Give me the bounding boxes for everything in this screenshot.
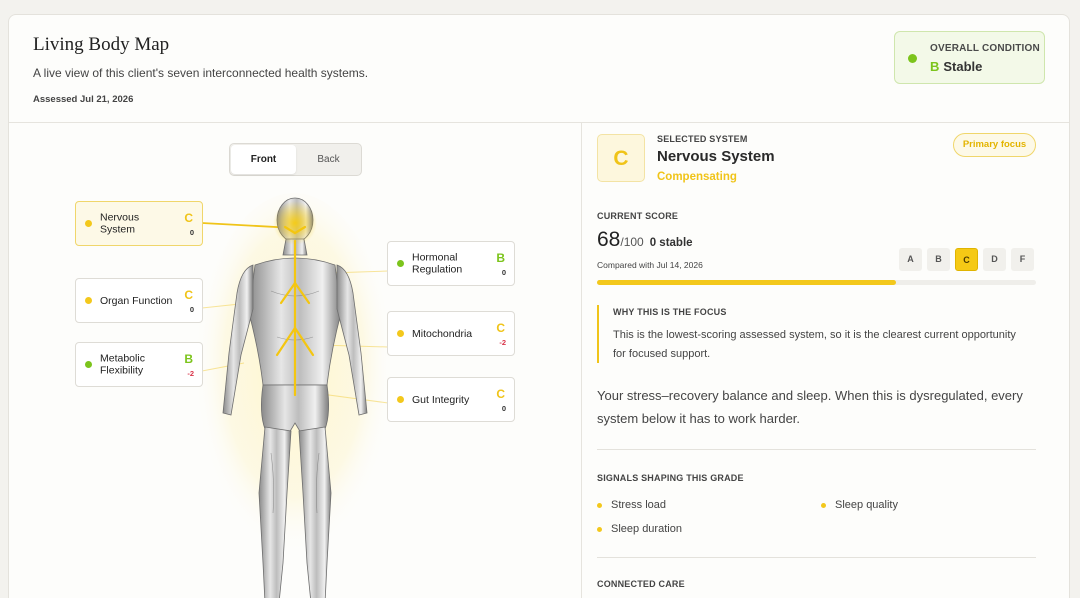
system-grade: B: [496, 251, 505, 265]
system-tag-gut-integrity[interactable]: Gut Integrity C 0: [387, 377, 515, 422]
bullet-icon: [597, 527, 602, 532]
status-dot-icon: [397, 260, 404, 267]
system-name: Gut Integrity: [412, 393, 470, 406]
overall-condition-value: B Stable: [930, 59, 982, 74]
system-delta: 0: [501, 404, 506, 413]
score-value: 68: [597, 228, 621, 251]
system-tag-organ-function[interactable]: Organ Function C 0: [75, 278, 203, 323]
assessed-date: Assessed Jul 21, 2026: [33, 94, 134, 105]
status-dot-icon: [85, 361, 92, 368]
system-delta: 0: [501, 268, 506, 277]
head-glow: [273, 201, 317, 245]
current-score: 68/100 0 stable: [597, 228, 693, 252]
pane-divider: [581, 123, 582, 598]
bullet-icon: [597, 503, 602, 508]
score-progress-bar: [597, 280, 1036, 285]
primary-focus-badge: Primary focus: [953, 133, 1036, 157]
system-delta: 0: [189, 305, 194, 314]
focus-reason-heading: WHY THIS IS THE FOCUS: [613, 307, 727, 317]
status-dot-icon: [397, 396, 404, 403]
status-dot-icon: [908, 54, 917, 63]
system-grade: C: [184, 288, 193, 302]
system-tag-hormonal-regulation[interactable]: Hormonal Regulation B 0: [387, 241, 515, 286]
selected-system-status: Compensating: [657, 171, 737, 183]
overall-grade: B: [930, 59, 940, 74]
system-grade: C: [496, 387, 505, 401]
system-description: Your stress–recovery balance and sleep. …: [597, 388, 1023, 426]
current-score-label: CURRENT SCORE: [597, 211, 679, 221]
focus-reason-text: This is the lowest-scoring assessed syst…: [613, 329, 1016, 360]
system-name: Mitochondria: [412, 327, 473, 340]
system-delta: 0: [189, 228, 194, 237]
system-grade: C: [184, 211, 193, 225]
score-progress-fill: [597, 280, 896, 285]
focus-reason-callout: WHY THIS IS THE FOCUS This is the lowest…: [597, 305, 1036, 363]
system-delta: -2: [187, 369, 194, 378]
divider: [597, 557, 1036, 558]
score-max: /100: [620, 235, 644, 249]
connected-care-heading: CONNECTED CARE: [597, 579, 685, 589]
status-dot-icon: [85, 220, 92, 227]
status-dot-icon: [85, 297, 92, 304]
page-title: Living Body Map: [33, 34, 170, 55]
system-name: Metabolic Flexibility: [100, 352, 145, 377]
system-tag-nervous-system[interactable]: Nervous System C 0: [75, 201, 203, 246]
system-name: Organ Function: [100, 294, 173, 307]
overall-condition-label: OVERALL CONDITION: [930, 43, 1040, 54]
signals-heading: SIGNALS SHAPING THIS GRADE: [597, 473, 744, 483]
selected-system-name: Nervous System: [657, 148, 775, 165]
selected-system-grade-icon: C: [597, 134, 645, 182]
signal-label: Stress load: [611, 499, 667, 511]
system-delta: -2: [499, 338, 506, 347]
system-tag-mitochondria[interactable]: Mitochondria C -2: [387, 311, 515, 356]
bullet-icon: [821, 503, 826, 508]
compared-date: Compared with Jul 14, 2026: [597, 260, 703, 270]
system-name: Nervous System: [100, 211, 140, 236]
page-subtitle: A live view of this client's seven inter…: [33, 66, 369, 80]
divider: [597, 449, 1036, 450]
grade-d: D: [983, 248, 1006, 271]
overall-condition-badge: OVERALL CONDITION B Stable: [894, 31, 1045, 84]
grade-f: F: [1011, 248, 1034, 271]
system-name: Hormonal Regulation: [412, 251, 463, 276]
system-grade: C: [496, 321, 505, 335]
score-trend: 0 stable: [649, 237, 693, 249]
overall-status: Stable: [943, 59, 983, 74]
signal-label: Sleep quality: [835, 499, 898, 511]
signal-label: Sleep duration: [611, 523, 682, 535]
page-header: Living Body Map A live view of this clie…: [9, 15, 1069, 123]
grade-c: C: [955, 248, 978, 271]
grade-b: B: [927, 248, 950, 271]
grade-a: A: [899, 248, 922, 271]
status-dot-icon: [397, 330, 404, 337]
selected-system-label: SELECTED SYSTEM: [657, 134, 748, 144]
system-tag-metabolic-flexibility[interactable]: Metabolic Flexibility B -2: [75, 342, 203, 387]
system-grade: B: [184, 352, 193, 366]
